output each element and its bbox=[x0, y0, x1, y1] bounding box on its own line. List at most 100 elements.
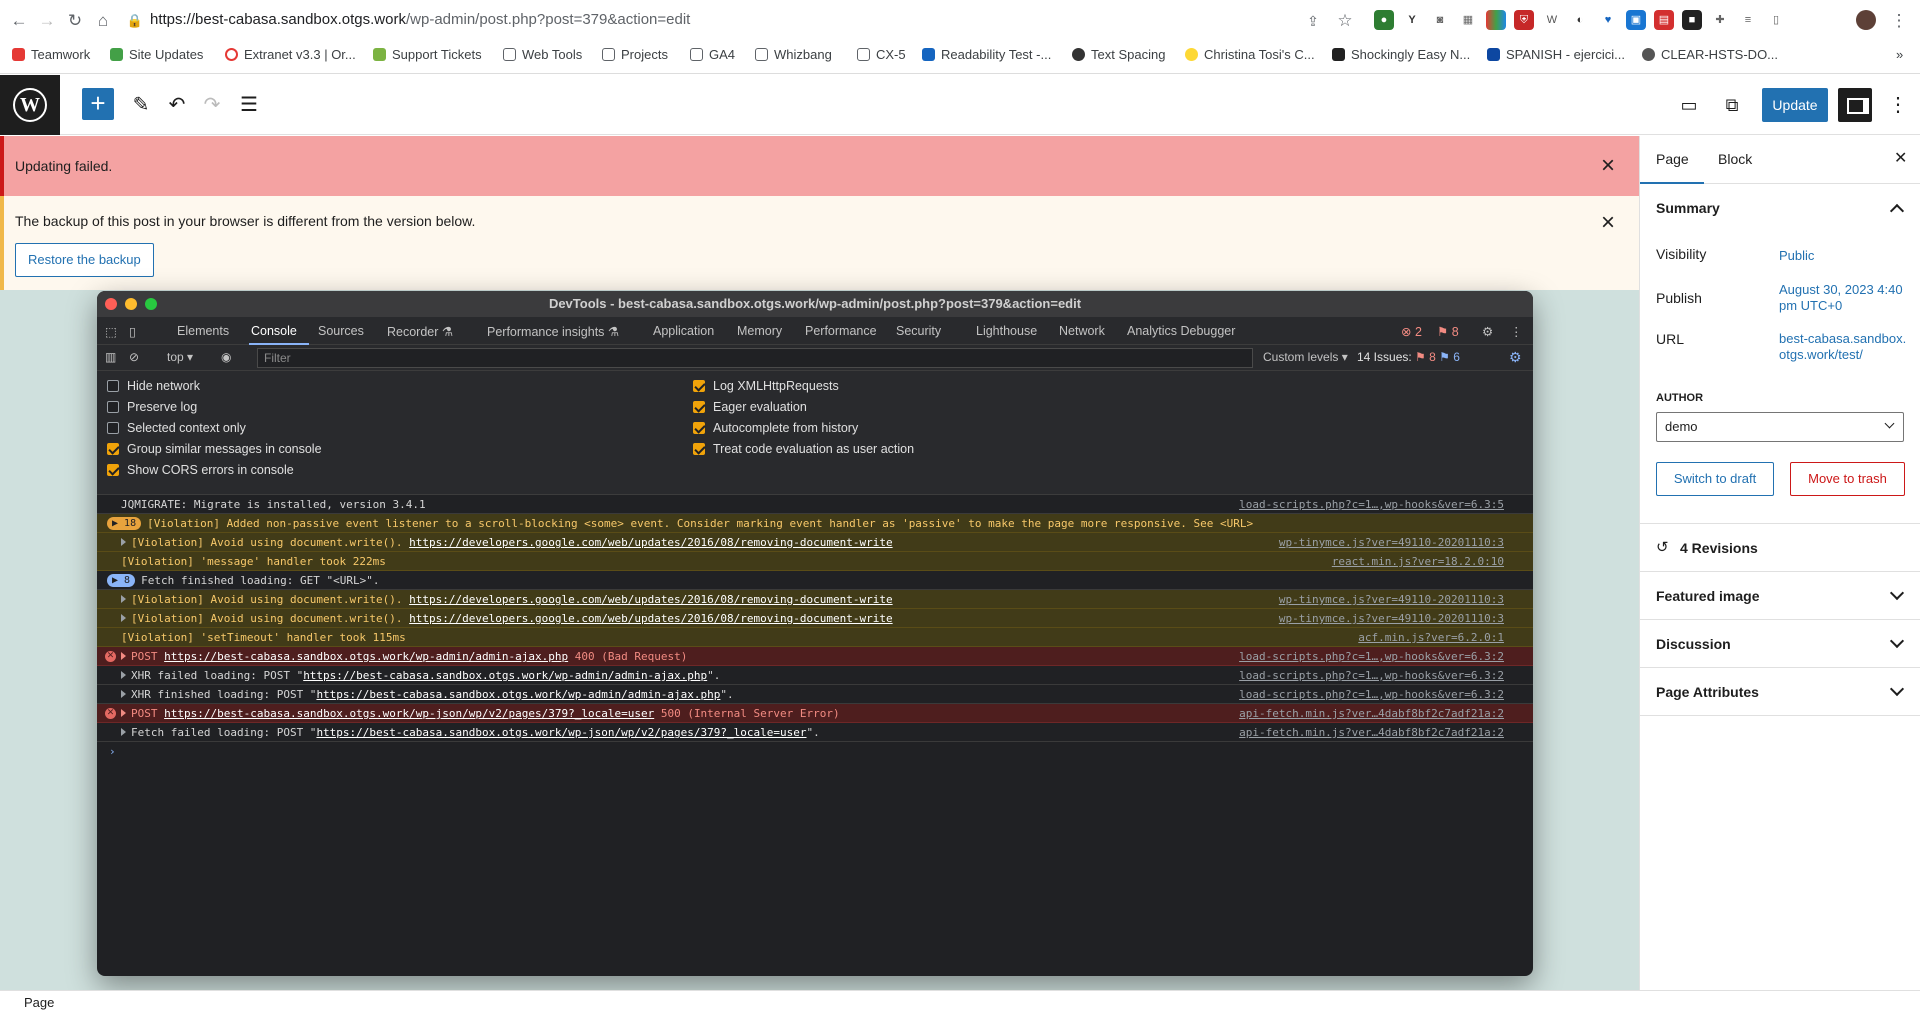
bookmark-folder[interactable]: Web Tools bbox=[503, 47, 582, 62]
switch-to-draft-button[interactable]: Switch to draft bbox=[1656, 462, 1774, 496]
featured-image-title[interactable]: Featured image bbox=[1656, 588, 1759, 604]
checkbox[interactable] bbox=[107, 464, 119, 476]
page-attributes-title[interactable]: Page Attributes bbox=[1656, 684, 1759, 700]
url-input[interactable]: https://best-cabasa.sandbox.otgs.work/wp… bbox=[150, 11, 690, 28]
expand-icon[interactable] bbox=[121, 595, 126, 603]
discussion-title[interactable]: Discussion bbox=[1656, 636, 1731, 652]
issues-button[interactable]: 14 Issues: ⚑ 8 ⚑ 6 bbox=[1357, 350, 1460, 364]
profile-avatar[interactable] bbox=[1856, 10, 1876, 30]
source-link[interactable]: load-scripts.php?c=1…,wp-hooks&ver=6.3:2 bbox=[1239, 685, 1504, 704]
message-link[interactable]: https://developers.google.com/web/update… bbox=[409, 536, 892, 549]
share-icon[interactable]: ⇪ bbox=[1302, 10, 1324, 32]
error-count-badge[interactable]: ⊗ 2 bbox=[1401, 324, 1422, 339]
forward-icon[interactable]: → bbox=[36, 10, 58, 32]
sidebar-icon[interactable]: ▥ bbox=[105, 350, 116, 364]
bookmark-item[interactable]: SPANISH - ejercici... bbox=[1487, 47, 1625, 62]
bookmark-folder[interactable]: GA4 bbox=[690, 47, 735, 62]
tab-console[interactable]: Console bbox=[251, 324, 297, 338]
more-bookmarks-icon[interactable]: » bbox=[1896, 47, 1903, 62]
external-link-icon[interactable]: ⧉ bbox=[1720, 93, 1744, 117]
repeat-count-badge[interactable]: ▶ 18 bbox=[107, 517, 142, 530]
tab-performance-insights[interactable]: Performance insights ⚗ bbox=[487, 324, 619, 339]
expand-icon[interactable] bbox=[121, 671, 126, 679]
context-select[interactable]: top ▾ bbox=[167, 350, 193, 364]
options-menu-icon[interactable]: ⋮ bbox=[1886, 93, 1910, 117]
heart-extension-icon[interactable]: ♥ bbox=[1598, 10, 1618, 30]
bookmark-item[interactable]: Extranet v3.3 | Or... bbox=[225, 47, 356, 62]
repeat-count-badge[interactable]: ▶ 8 bbox=[107, 574, 136, 587]
message-link[interactable]: https://best-cabasa.sandbox.otgs.work/wp… bbox=[303, 669, 707, 682]
bookmark-star-icon[interactable]: ☆ bbox=[1334, 10, 1356, 32]
message-link[interactable]: https://best-cabasa.sandbox.otgs.work/wp… bbox=[316, 688, 720, 701]
tab-performance[interactable]: Performance bbox=[805, 324, 877, 338]
tab-block[interactable]: Block bbox=[1718, 151, 1752, 167]
source-link[interactable]: wp-tinymce.js?ver=49110-20201110:3 bbox=[1279, 533, 1504, 552]
summary-title[interactable]: Summary bbox=[1656, 200, 1720, 216]
option-show-cors[interactable]: Show CORS errors in console bbox=[107, 463, 294, 477]
featured-image-panel[interactable]: Featured image bbox=[1640, 572, 1920, 620]
console-prompt[interactable]: › bbox=[97, 742, 1533, 761]
log-levels-dropdown[interactable]: Custom levels ▾ bbox=[1263, 350, 1348, 364]
checkbox[interactable] bbox=[107, 380, 119, 392]
source-link[interactable]: load-scripts.php?c=1…,wp-hooks&ver=6.3:2 bbox=[1239, 647, 1504, 666]
puzzle-icon[interactable]: ✚ bbox=[1710, 10, 1730, 30]
tab-security[interactable]: Security bbox=[896, 324, 941, 338]
wordpress-logo[interactable]: W bbox=[0, 75, 60, 135]
eye-icon[interactable]: ◉ bbox=[221, 350, 231, 364]
red-extension-icon[interactable]: ▤ bbox=[1654, 10, 1674, 30]
console-warning[interactable]: [Violation] Avoid using document.write()… bbox=[97, 609, 1533, 628]
chevron-down-icon[interactable] bbox=[1889, 681, 1905, 697]
bookmark-item[interactable]: Christina Tosi's C... bbox=[1185, 47, 1315, 62]
move-to-trash-button[interactable]: Move to trash bbox=[1790, 462, 1905, 496]
tab-application[interactable]: Application bbox=[653, 324, 714, 338]
option-log-xhr[interactable]: Log XMLHttpRequests bbox=[693, 379, 839, 393]
tab-lighthouse[interactable]: Lighthouse bbox=[976, 324, 1037, 338]
close-window-icon[interactable] bbox=[105, 298, 117, 310]
source-link[interactable]: wp-tinymce.js?ver=49110-20201110:3 bbox=[1279, 609, 1504, 628]
publish-value[interactable]: August 30, 2023 4:40 pm UTC+0 bbox=[1779, 282, 1909, 314]
preview-icon[interactable]: ▭ bbox=[1677, 93, 1701, 117]
checkbox[interactable] bbox=[693, 380, 705, 392]
add-block-button[interactable]: + bbox=[82, 88, 114, 120]
tab-sources[interactable]: Sources bbox=[318, 324, 364, 338]
restore-backup-button[interactable]: Restore the backup bbox=[15, 243, 154, 277]
revisions-panel[interactable]: ↺ 4 Revisions bbox=[1640, 524, 1920, 572]
message-link[interactable]: https://best-cabasa.sandbox.otgs.work/wp… bbox=[164, 707, 654, 720]
option-autocomplete[interactable]: Autocomplete from history bbox=[693, 421, 858, 435]
checkbox[interactable] bbox=[107, 401, 119, 413]
tab-elements[interactable]: Elements bbox=[177, 324, 229, 338]
source-link[interactable]: api-fetch.min.js?ver…4dabf8bf2c7adf21a:2 bbox=[1239, 723, 1504, 742]
console-error[interactable]: ✕ POST https://best-cabasa.sandbox.otgs.w… bbox=[97, 704, 1533, 723]
breadcrumb[interactable]: Page bbox=[24, 995, 54, 1010]
visibility-value[interactable]: Public bbox=[1779, 248, 1909, 264]
chevron-down-icon[interactable] bbox=[1889, 633, 1905, 649]
expand-icon[interactable] bbox=[121, 690, 126, 698]
warning-count-badge[interactable]: ⚑ 8 bbox=[1437, 324, 1459, 339]
close-icon[interactable]: × bbox=[1597, 154, 1619, 178]
checkbox[interactable] bbox=[693, 422, 705, 434]
checkbox[interactable] bbox=[107, 422, 119, 434]
bookmark-folder[interactable]: Whizbang bbox=[755, 47, 832, 62]
bookmark-folder[interactable]: Projects bbox=[602, 47, 668, 62]
message-link[interactable]: https://best-cabasa.sandbox.otgs.work/wp… bbox=[316, 726, 806, 739]
close-icon[interactable]: × bbox=[1597, 211, 1619, 235]
devtools-menu-icon[interactable]: ⋮ bbox=[1510, 324, 1523, 339]
console-message[interactable]: Fetch failed loading: POST "https://best… bbox=[97, 723, 1533, 742]
option-eager-eval[interactable]: Eager evaluation bbox=[693, 400, 807, 414]
github-extension-icon[interactable]: ◐ bbox=[1570, 10, 1590, 30]
expand-icon[interactable] bbox=[121, 538, 126, 546]
side-panel-icon[interactable]: ▯ bbox=[1766, 10, 1786, 30]
extension-icon[interactable]: ● bbox=[1374, 10, 1394, 30]
source-link[interactable]: acf.min.js?ver=6.2.0:1 bbox=[1358, 628, 1504, 647]
dark-extension-icon[interactable]: ■ bbox=[1682, 10, 1702, 30]
chevron-up-icon[interactable] bbox=[1889, 203, 1905, 219]
pencil-icon[interactable]: ✎ bbox=[129, 93, 153, 117]
gear-icon[interactable]: ⚙ bbox=[1482, 324, 1493, 339]
wordpress-extension-icon[interactable]: W bbox=[1542, 10, 1562, 30]
source-link[interactable]: load-scripts.php?c=1…,wp-hooks&ver=6.3:5 bbox=[1239, 495, 1504, 514]
grid-extension-icon[interactable]: ▦ bbox=[1458, 10, 1478, 30]
filter-input[interactable]: Filter bbox=[257, 348, 1253, 368]
chevron-down-icon[interactable] bbox=[1889, 585, 1905, 601]
source-link[interactable]: wp-tinymce.js?ver=49110-20201110:3 bbox=[1279, 590, 1504, 609]
tab-recorder[interactable]: Recorder ⚗ bbox=[387, 324, 453, 339]
